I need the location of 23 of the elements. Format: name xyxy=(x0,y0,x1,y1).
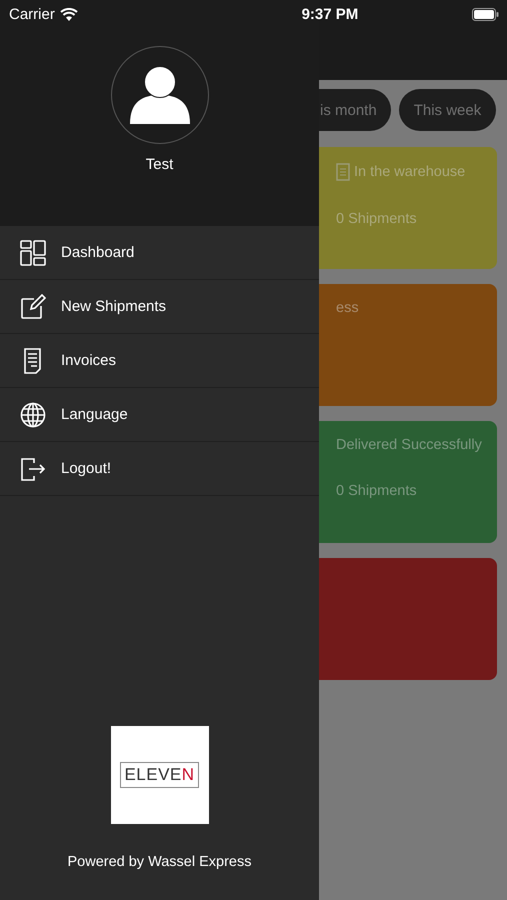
menu-item[interactable]: Language xyxy=(0,388,319,442)
user-name: Test xyxy=(146,156,174,173)
user-icon xyxy=(130,66,190,124)
menu-item[interactable]: Logout! xyxy=(0,442,319,496)
globe-icon xyxy=(20,402,46,428)
footer-text: Powered by Wassel Express xyxy=(67,854,252,870)
carrier-label: Carrier xyxy=(9,6,55,22)
card-title: In the warehouse xyxy=(354,164,466,180)
dashboard-icon xyxy=(20,240,46,266)
shipment-count: 0 Shipments xyxy=(336,483,418,499)
card-title: ess xyxy=(336,300,359,316)
status-time: 9:37 PM xyxy=(302,6,358,22)
wifi-icon xyxy=(60,8,78,20)
menu-item[interactable]: New Shipments xyxy=(0,280,319,334)
edit-icon xyxy=(20,294,46,320)
document-icon xyxy=(336,163,350,181)
menu-item[interactable]: Dashboard xyxy=(0,226,319,280)
card-title: Delivered Successfully xyxy=(336,437,482,453)
battery-icon xyxy=(472,8,499,20)
logo: ELEVEN xyxy=(110,726,208,824)
shipment-count: 0 Shipments xyxy=(336,211,418,227)
menu-item[interactable]: Invoices xyxy=(0,334,319,388)
logout-icon xyxy=(20,456,46,482)
